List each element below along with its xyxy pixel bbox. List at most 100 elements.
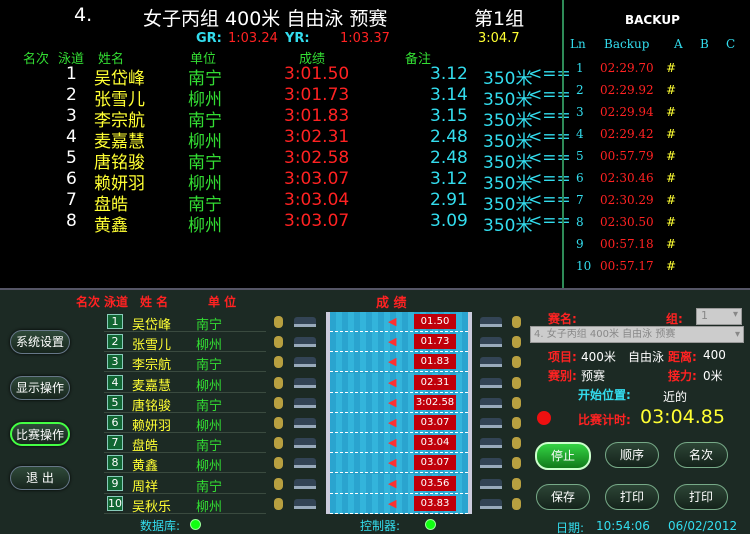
backup-row: 7 02:30.29 # bbox=[566, 190, 750, 212]
backup-row: 10 00:57.17 # bbox=[566, 256, 750, 278]
touchpad-icon bbox=[274, 417, 283, 429]
backup-a: # bbox=[666, 193, 677, 207]
starting-block-icon bbox=[294, 377, 316, 388]
display-ops-button[interactable]: 显示操作 bbox=[10, 376, 70, 400]
lanes-col-rank: 名次 bbox=[76, 295, 101, 309]
starting-block-icon bbox=[294, 498, 316, 509]
backup-time: 00:57.79 bbox=[600, 149, 654, 163]
result-time: 3:02.31 bbox=[284, 127, 350, 147]
lane-unit: 柳州 bbox=[196, 459, 223, 475]
result-marker: <== bbox=[528, 106, 571, 126]
backup-lane: 3 bbox=[576, 105, 584, 119]
backup-time: 02:29.70 bbox=[600, 61, 654, 75]
save-button[interactable]: 保存 bbox=[536, 484, 590, 510]
result-rank: 1 bbox=[66, 64, 77, 84]
lane-number: 2 bbox=[107, 334, 123, 350]
backup-lane: 1 bbox=[576, 61, 584, 75]
backup-row: 3 02:29.94 # bbox=[566, 102, 750, 124]
relay-label: 接力: bbox=[668, 369, 697, 383]
lane-unit: 南宁 bbox=[196, 398, 223, 414]
exit-button[interactable]: 退 出 bbox=[10, 466, 70, 490]
pool-lane-time: 03.07 bbox=[414, 415, 456, 430]
lane-row: 8 黄鑫 柳州 bbox=[104, 453, 266, 475]
lane-number: 3 bbox=[107, 354, 123, 370]
pool-lane-time: 01.50 bbox=[414, 314, 456, 329]
touchpad-icon bbox=[274, 396, 283, 409]
starting-block-icon bbox=[294, 337, 316, 348]
result-time: 3:01.50 bbox=[284, 64, 350, 84]
backup-title: BACKUP bbox=[625, 13, 680, 27]
lane-number: 4 bbox=[107, 374, 123, 390]
lane-number: 6 bbox=[107, 415, 123, 430]
group-label: 组: bbox=[666, 312, 683, 326]
result-row: 4 麦嘉慧 柳州 3:02.31 2.48 350米 <== bbox=[0, 127, 571, 152]
lane-number: 5 bbox=[107, 394, 123, 410]
backup-time: 02:29.94 bbox=[600, 105, 654, 119]
result-rank: 5 bbox=[66, 148, 77, 168]
result-marker: <== bbox=[528, 148, 571, 168]
backup-time: 02:30.29 bbox=[600, 193, 654, 207]
pool-lane: ◀ 02.31 bbox=[330, 372, 468, 393]
touchpad-icon bbox=[512, 437, 521, 450]
touchpad-icon bbox=[512, 356, 521, 369]
pool-lane: ◀ 03.04 bbox=[330, 433, 468, 454]
result-marker: <== bbox=[528, 85, 571, 105]
result-split: 2.48 bbox=[430, 127, 468, 147]
backup-a: # bbox=[666, 237, 677, 251]
backup-lane: 9 bbox=[576, 237, 584, 251]
system-settings-button[interactable]: 系统设置 bbox=[10, 330, 70, 354]
clock-time: 10:54:06 bbox=[596, 519, 650, 533]
starting-block-icon bbox=[480, 418, 502, 428]
result-split: 3.15 bbox=[430, 106, 468, 126]
print-button[interactable]: 打印 bbox=[605, 484, 659, 510]
result-time: 3:02.58 bbox=[284, 148, 350, 168]
result-rank: 3 bbox=[66, 106, 77, 126]
touchpad-icon bbox=[512, 316, 521, 328]
race-ops-button[interactable]: 比赛操作 bbox=[10, 422, 70, 446]
lane-unit: 南宁 bbox=[196, 479, 223, 495]
backup-row: 4 02:29.42 # bbox=[566, 124, 750, 146]
backup-time: 02:29.42 bbox=[600, 127, 654, 141]
backup-row: 9 00:57.18 # bbox=[566, 234, 750, 256]
backup-col-ln: Ln bbox=[570, 37, 586, 51]
result-split: 3.12 bbox=[430, 64, 468, 84]
pool-lane: ◀ 01.50 bbox=[330, 312, 468, 332]
backup-lane: 7 bbox=[576, 193, 584, 207]
touchpad-icon bbox=[274, 497, 283, 510]
starting-block-icon bbox=[480, 317, 502, 327]
lanes-col-unit: 单 位 bbox=[208, 295, 237, 309]
touchpad-icon bbox=[512, 497, 521, 510]
starting-block-icon bbox=[294, 357, 316, 368]
result-time: 3:03.04 bbox=[284, 190, 350, 210]
print-button-2[interactable]: 打印 bbox=[674, 484, 728, 510]
race-select[interactable]: 4. 女子丙组 400米 自由泳 预赛 ▾ bbox=[530, 326, 744, 343]
pool-lane-time: 01.73 bbox=[414, 334, 456, 350]
event-number: 4. bbox=[74, 4, 93, 26]
rank-button[interactable]: 名次 bbox=[674, 442, 728, 468]
touchpad-icon bbox=[512, 396, 521, 409]
distance-value: 400 bbox=[703, 348, 726, 362]
lane-name: 吴岱峰 bbox=[132, 318, 172, 333]
starting-block-icon bbox=[480, 498, 502, 509]
starting-block-icon bbox=[480, 357, 502, 368]
lane-name: 张雪儿 bbox=[132, 338, 172, 354]
touchpad-icon bbox=[274, 376, 283, 389]
touchpad-icon bbox=[512, 477, 521, 490]
order-button[interactable]: 顺序 bbox=[605, 442, 659, 468]
arrow-left-icon: ◀ bbox=[388, 436, 397, 450]
starting-block-icon bbox=[480, 397, 502, 408]
starting-block-icon bbox=[480, 458, 502, 469]
group-select[interactable]: 1 ▾ bbox=[696, 308, 742, 325]
result-row: 8 黄鑫 柳州 3:03.07 3.09 350米 <== bbox=[0, 211, 571, 236]
type-value: 预赛 bbox=[581, 369, 606, 383]
result-time: 3:01.73 bbox=[284, 85, 350, 105]
pool-lane: ◀ 03.07 bbox=[330, 413, 468, 433]
result-rank: 2 bbox=[66, 85, 77, 105]
result-marker: <== bbox=[528, 211, 571, 231]
item-label: 项目: bbox=[548, 350, 577, 364]
starting-block-icon bbox=[480, 377, 502, 388]
event-name: 女子丙组 400米 自由泳 预赛 bbox=[143, 8, 388, 30]
result-row: 3 李宗航 南宁 3:01.83 3.15 350米 <== bbox=[0, 106, 571, 131]
stop-button[interactable]: 停止 bbox=[535, 442, 591, 470]
pool-lane: ◀ 03.83 bbox=[330, 493, 468, 514]
